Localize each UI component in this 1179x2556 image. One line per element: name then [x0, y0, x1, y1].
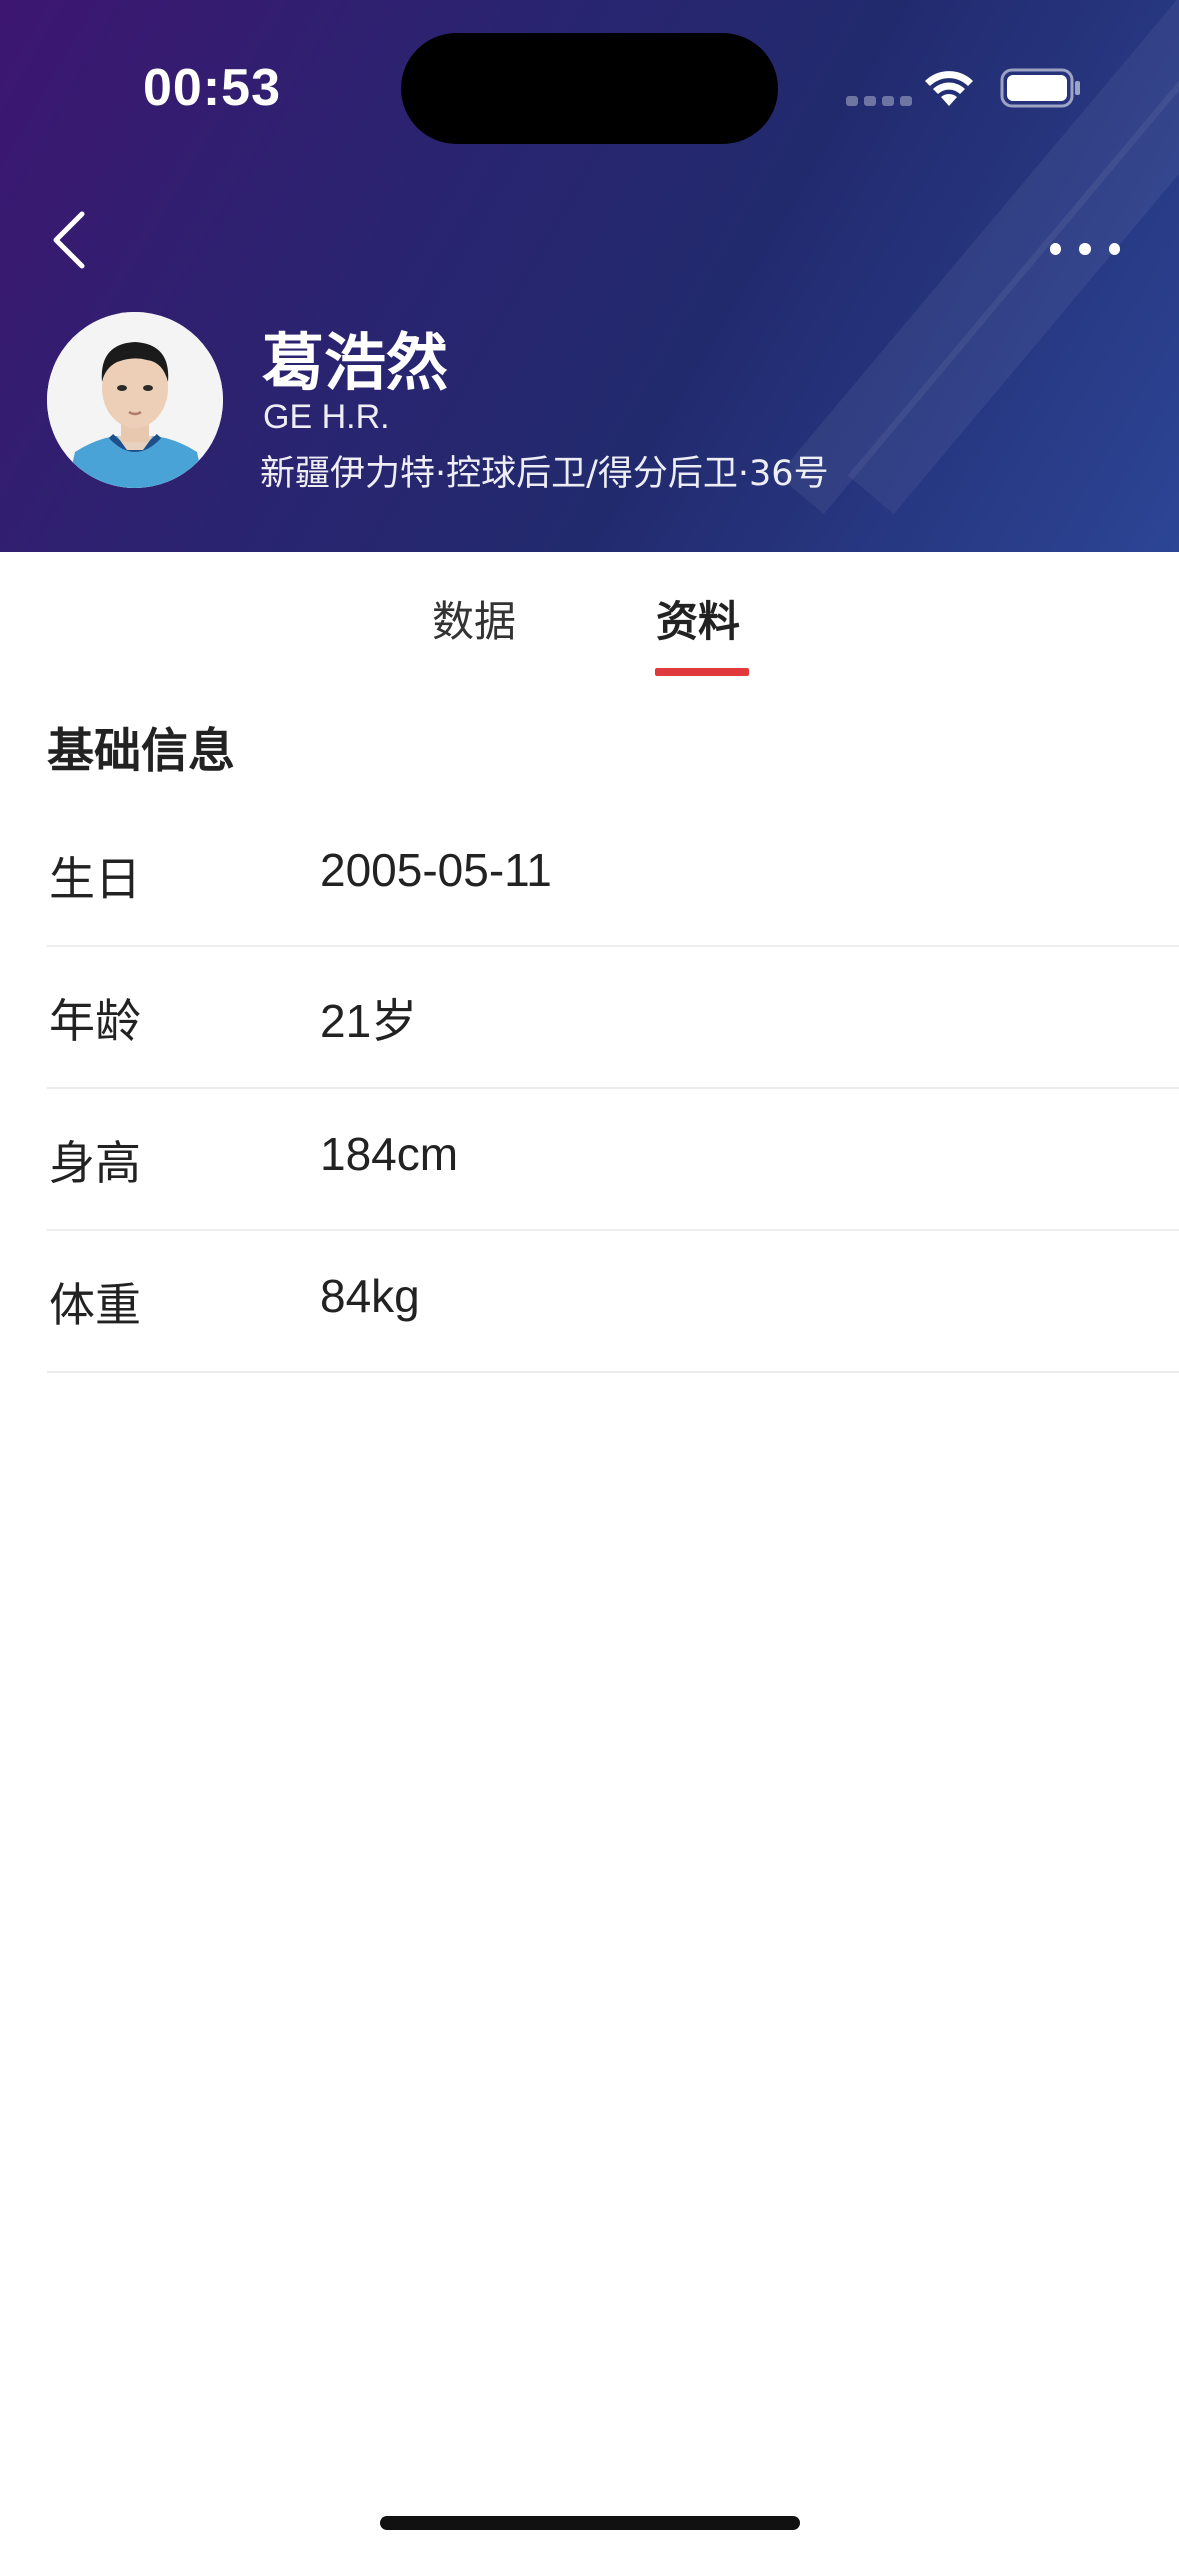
player-english-name: GE H.R. [263, 398, 390, 436]
player-name: 葛浩然 [262, 326, 449, 399]
more-dot [1079, 243, 1091, 255]
battery-icon [1000, 68, 1080, 108]
tab-data[interactable]: 数据 [432, 588, 516, 649]
status-bar: 00:53 [0, 0, 1179, 160]
status-time: 00:53 [143, 59, 281, 117]
player-header: 00:53 葛浩然 GE H.R. 新疆伊力特·控球后卫/得分后卫·36号 [0, 0, 1179, 552]
chevron-left-icon [53, 211, 85, 269]
info-value: 184cm [320, 1128, 459, 1180]
more-options-button[interactable] [1050, 236, 1120, 262]
info-value: 84kg [320, 1270, 420, 1322]
info-row-height: 身高 184cm [47, 1089, 1179, 1231]
tab-bar: 数据 资料 [0, 552, 1179, 682]
dynamic-island [401, 33, 778, 144]
more-dot [1108, 243, 1120, 255]
cellular-signal-icon [846, 96, 912, 106]
section-title: 基础信息 [47, 724, 235, 779]
info-row-age: 年龄 21岁 [47, 947, 1179, 1089]
info-label: 年龄 [49, 994, 141, 1048]
info-label: 身高 [49, 1136, 141, 1190]
info-value: 21岁 [320, 995, 418, 1047]
basic-info-list: 生日 2005-05-11 年龄 21岁 身高 184cm 体重 84kg [47, 805, 1179, 1373]
tab-profile[interactable]: 资料 [656, 588, 740, 649]
info-value: 2005-05-11 [320, 844, 552, 896]
more-dot [1050, 243, 1062, 255]
wifi-icon [925, 71, 973, 106]
info-label: 生日 [49, 852, 141, 906]
player-photo [47, 312, 223, 488]
back-button[interactable] [50, 210, 100, 280]
player-avatar [47, 312, 223, 488]
active-tab-indicator [655, 668, 749, 676]
info-row-birthday: 生日 2005-05-11 [47, 805, 1179, 947]
home-indicator[interactable] [380, 2516, 800, 2530]
info-label: 体重 [49, 1278, 141, 1332]
info-row-weight: 体重 84kg [47, 1231, 1179, 1373]
player-team-position: 新疆伊力特·控球后卫/得分后卫·36号 [260, 454, 829, 494]
